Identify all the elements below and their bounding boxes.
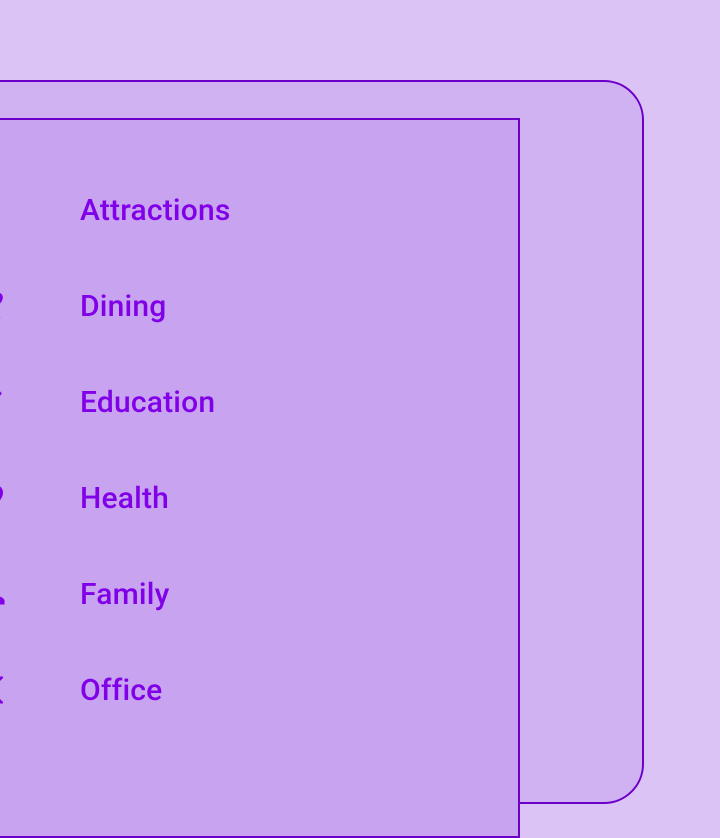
dining-icon <box>0 286 8 326</box>
menu-item-label: Education <box>80 385 215 420</box>
scissors-icon <box>0 670 8 710</box>
outer-panel: Attractions Dining Education Health <box>0 80 644 804</box>
menu-item-office[interactable]: Office <box>0 642 518 738</box>
menu-item-label: Health <box>80 481 169 516</box>
menu-item-label: Attractions <box>80 193 231 228</box>
menu-item-label: Office <box>80 673 162 708</box>
menu-item-health[interactable]: Health <box>0 450 518 546</box>
menu-item-attractions[interactable]: Attractions <box>0 162 518 258</box>
menu-item-label: Dining <box>80 289 166 324</box>
pencil-icon <box>0 382 8 422</box>
family-icon <box>0 574 8 614</box>
film-icon <box>0 190 8 230</box>
inner-panel: Attractions Dining Education Health <box>0 118 520 838</box>
menu-item-family[interactable]: Family <box>0 546 518 642</box>
menu-item-label: Family <box>80 577 170 612</box>
category-menu: Attractions Dining Education Health <box>0 162 518 738</box>
heart-icon <box>0 478 8 518</box>
menu-item-education[interactable]: Education <box>0 354 518 450</box>
menu-item-dining[interactable]: Dining <box>0 258 518 354</box>
